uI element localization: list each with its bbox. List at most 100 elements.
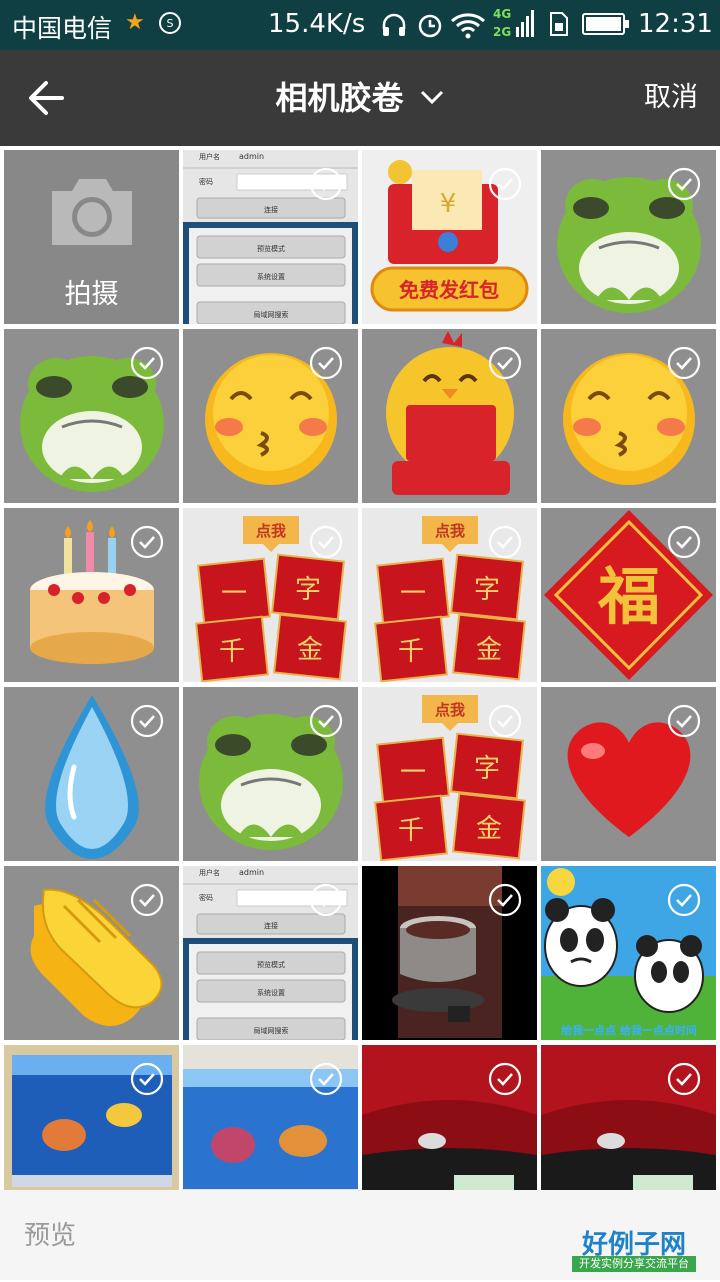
select-checkmark-icon[interactable] [488, 346, 522, 380]
photo-thumbnail[interactable]: 点我 一 字 千 金 [362, 508, 537, 682]
wifi-icon [451, 13, 485, 39]
svg-text:连接: 连接 [264, 205, 278, 214]
carrier-name: 中国电信 [12, 14, 113, 43]
hd-call-icon: S [159, 12, 181, 34]
svg-text:给我一点点 给我一点点时间: 给我一点点 给我一点点时间 [561, 1023, 697, 1037]
chevron-down-icon [420, 90, 443, 105]
svg-text:2G: 2G [493, 25, 511, 39]
svg-text:用户名: 用户名 [199, 868, 220, 877]
select-checkmark-icon[interactable] [488, 1062, 522, 1096]
status-bar: 中国电信 ★ S 15.4K/s 4G 2G 12:31 [0, 0, 720, 50]
photo-grid: 拍摄 用户名 admin 密码 连接 预览模式 系统设置 局域网搜索 ¥ 免费发… [0, 146, 720, 1190]
photo-thumbnail[interactable] [4, 687, 179, 861]
svg-text:预览模式: 预览模式 [257, 960, 285, 969]
svg-text:¥: ¥ [440, 189, 457, 219]
select-checkmark-icon[interactable] [488, 167, 522, 201]
photo-thumbnail[interactable] [4, 866, 179, 1040]
album-selector[interactable]: 相机胶卷 [0, 50, 720, 146]
photo-thumbnail[interactable] [183, 687, 358, 861]
photo-thumbnail[interactable]: 点我 一 字 千 金 [183, 508, 358, 682]
back-arrow-icon[interactable] [24, 76, 72, 120]
svg-text:点我: 点我 [256, 522, 286, 540]
photo-thumbnail[interactable] [4, 329, 179, 503]
select-checkmark-icon[interactable] [130, 346, 164, 380]
sim-card-icon [550, 12, 568, 36]
star-icon: ★ [125, 10, 145, 35]
select-checkmark-icon[interactable] [309, 525, 343, 559]
svg-text:一: 一 [221, 579, 247, 609]
svg-text:字: 字 [474, 575, 500, 605]
select-checkmark-icon[interactable] [130, 1062, 164, 1096]
select-checkmark-icon[interactable] [667, 525, 701, 559]
photo-thumbnail[interactable] [541, 1045, 716, 1190]
brand-tagline: 开发实例分享交流平台 [572, 1256, 696, 1272]
select-checkmark-icon[interactable] [667, 1062, 701, 1096]
select-checkmark-icon[interactable] [667, 704, 701, 738]
photo-thumbnail[interactable]: 用户名 admin 密码 连接 预览模式 系统设置 局域网搜索 [183, 866, 358, 1040]
svg-text:一: 一 [400, 579, 426, 609]
photo-thumbnail[interactable] [541, 150, 716, 324]
svg-text:点我: 点我 [435, 701, 465, 719]
svg-text:系统设置: 系统设置 [257, 988, 285, 997]
take-photo-label: 拍摄 [64, 279, 119, 310]
svg-text:用户名: 用户名 [199, 152, 220, 161]
photo-thumbnail[interactable] [183, 329, 358, 503]
svg-text:金: 金 [476, 635, 502, 665]
photo-thumbnail[interactable] [4, 1045, 179, 1190]
svg-text:金: 金 [476, 814, 502, 844]
select-checkmark-icon[interactable] [667, 346, 701, 380]
preview-button[interactable]: 预览 [24, 1190, 76, 1282]
select-checkmark-icon[interactable] [309, 883, 343, 917]
svg-text:千: 千 [398, 816, 424, 846]
photo-thumbnail[interactable]: 用户名 admin 密码 连接 预览模式 系统设置 局域网搜索 [183, 150, 358, 324]
svg-text:连接: 连接 [264, 921, 278, 930]
svg-text:字: 字 [474, 754, 500, 784]
select-checkmark-icon[interactable] [130, 525, 164, 559]
clock-time: 12:31 [638, 9, 713, 39]
svg-text:S: S [167, 17, 174, 30]
svg-text:系统设置: 系统设置 [257, 272, 285, 281]
photo-thumbnail[interactable]: ¥ 免费发红包 [362, 150, 537, 324]
select-checkmark-icon[interactable] [488, 883, 522, 917]
alarm-clock-icon [418, 14, 442, 38]
svg-text:金: 金 [297, 635, 323, 665]
photo-thumbnail[interactable]: 福 [541, 508, 716, 682]
svg-text:千: 千 [398, 637, 424, 667]
select-checkmark-icon[interactable] [130, 704, 164, 738]
cancel-button[interactable]: 取消 [644, 50, 698, 146]
photo-thumbnail[interactable] [362, 866, 537, 1040]
headset-icon [382, 13, 406, 36]
photo-thumbnail[interactable] [183, 1045, 358, 1190]
svg-text:字: 字 [295, 575, 321, 605]
svg-text:预览模式: 预览模式 [257, 244, 285, 253]
select-checkmark-icon[interactable] [667, 167, 701, 201]
svg-text:密码: 密码 [199, 177, 213, 186]
svg-text:福: 福 [597, 560, 660, 633]
photo-thumbnail[interactable]: 给我一点点 给我一点点时间 [541, 866, 716, 1040]
select-checkmark-icon[interactable] [130, 883, 164, 917]
select-checkmark-icon[interactable] [309, 167, 343, 201]
title-bar: 相机胶卷 取消 [0, 50, 720, 146]
select-checkmark-icon[interactable] [488, 704, 522, 738]
select-checkmark-icon[interactable] [309, 704, 343, 738]
select-checkmark-icon[interactable] [667, 883, 701, 917]
brand-watermark-logo: 好例子网 开发实例分享交流平台 [572, 1224, 696, 1272]
signal-strength-icon: 4G 2G [493, 7, 534, 39]
photo-thumbnail[interactable] [541, 687, 716, 861]
select-checkmark-icon[interactable] [488, 525, 522, 559]
svg-text:局域网搜索: 局域网搜索 [254, 310, 289, 319]
select-checkmark-icon[interactable] [309, 1062, 343, 1096]
battery-icon [582, 13, 629, 35]
svg-text:admin: admin [239, 152, 264, 161]
photo-thumbnail[interactable] [541, 329, 716, 503]
svg-text:4G: 4G [493, 7, 511, 21]
photo-thumbnail[interactable] [362, 329, 537, 503]
take-photo-tile[interactable]: 拍摄 [4, 150, 179, 324]
svg-text:免费发红包: 免费发红包 [399, 278, 499, 302]
svg-text:密码: 密码 [199, 893, 213, 902]
photo-thumbnail[interactable] [4, 508, 179, 682]
photo-thumbnail[interactable] [362, 1045, 537, 1190]
album-title: 相机胶卷 [275, 79, 404, 117]
select-checkmark-icon[interactable] [309, 346, 343, 380]
photo-thumbnail[interactable]: 点我 一 字 千 金 [362, 687, 537, 861]
